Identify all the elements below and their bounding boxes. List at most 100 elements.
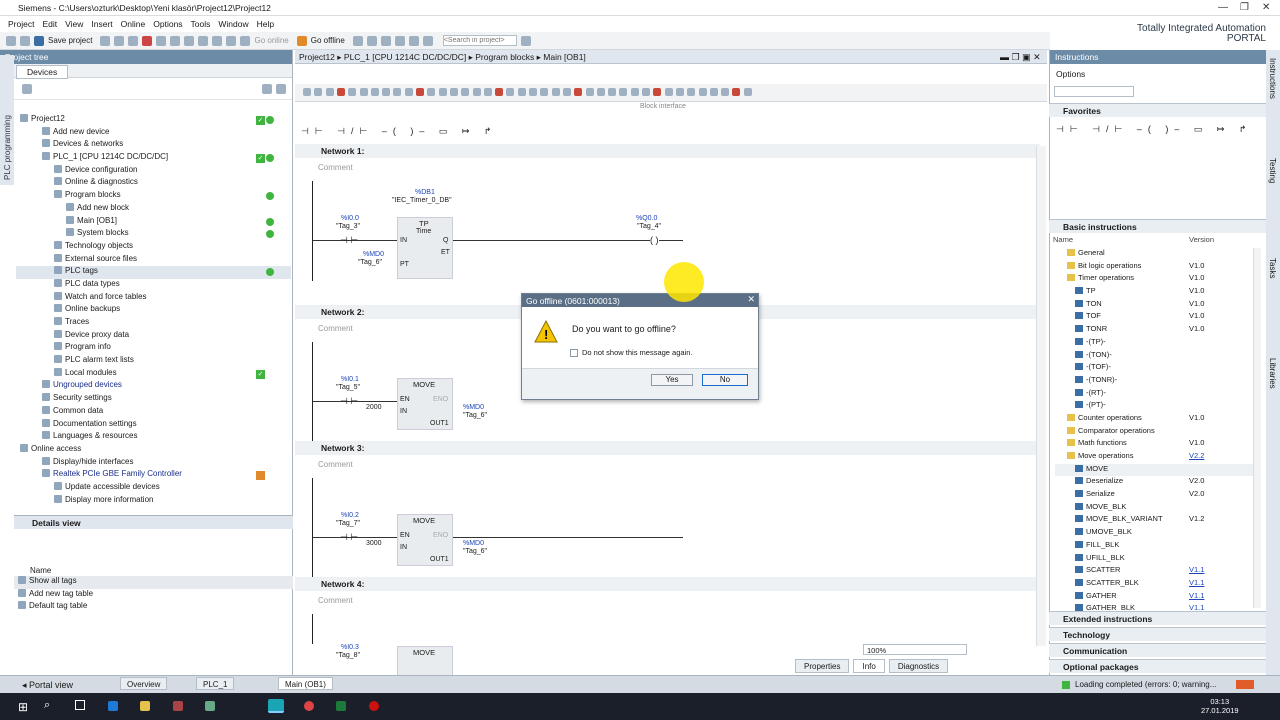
section-technology[interactable]: Technology — [1049, 627, 1266, 641]
instruction-item[interactable]: -(TOF)- — [1055, 362, 1260, 375]
editor-tool-icon[interactable] — [359, 88, 368, 96]
instruction-item[interactable]: -(TONR)- — [1055, 375, 1260, 388]
explorer-icon[interactable] — [140, 701, 150, 711]
search-go-icon[interactable] — [520, 35, 531, 46]
open-project-icon[interactable] — [20, 35, 30, 46]
section-extended-instructions[interactable]: Extended instructions — [1049, 611, 1266, 625]
inspector-tab-properties[interactable]: Properties — [795, 659, 850, 673]
ladder-out-tag[interactable]: "Tag_6" — [463, 412, 487, 419]
contact-symbol[interactable]: ⊣ ⊢ — [340, 235, 358, 246]
editor-tool-icon[interactable] — [427, 88, 436, 96]
ladder-pin-et[interactable]: ET — [441, 249, 450, 256]
app-icon[interactable] — [173, 701, 183, 711]
split-vertical-icon[interactable] — [422, 35, 433, 46]
view-overview-icon[interactable] — [262, 84, 272, 94]
tree-item[interactable]: Device proxy data — [16, 329, 291, 343]
editor-tool-icon[interactable] — [619, 88, 628, 96]
menu-online[interactable]: Online — [113, 16, 146, 29]
close-window-button[interactable]: ✕ — [1262, 2, 1270, 13]
tab-devices[interactable]: Devices — [16, 65, 69, 79]
contact-tag[interactable]: "Tag_7" — [336, 520, 360, 527]
instruction-item[interactable]: TP V1.0 — [1055, 286, 1260, 299]
instruction-item[interactable]: -(TP)- — [1055, 337, 1260, 350]
tree-item[interactable]: Realtek PCIe GBE Family Controller — [16, 469, 291, 482]
editor-tool-icon[interactable] — [585, 88, 594, 96]
instruction-item[interactable]: MOVE_BLK_VARIANT V1.2 — [1055, 514, 1260, 527]
dont-show-checkbox[interactable] — [570, 349, 578, 357]
network-header[interactable]: Network 1: — [295, 144, 1040, 158]
instruction-item[interactable]: Timer operations V1.0 — [1055, 273, 1260, 286]
editor-tool-icon[interactable] — [438, 88, 447, 96]
tree-item[interactable]: Common data — [16, 405, 291, 419]
block-interface-label[interactable]: Block interface — [640, 103, 686, 110]
zoom-select[interactable]: 100% — [863, 644, 967, 655]
editor-tool-icon[interactable] — [404, 88, 413, 96]
editor-tool-icon[interactable] — [495, 88, 504, 96]
inspector-tab-diagnostics[interactable]: Diagnostics — [888, 659, 949, 673]
editor-tool-icon[interactable] — [540, 88, 549, 96]
instruction-item[interactable]: Move operations V2.2 — [1055, 451, 1260, 464]
editor-tool-icon[interactable] — [596, 88, 605, 96]
instruction-item[interactable]: Deserialize V2.0 — [1055, 476, 1260, 489]
ladder-in-val[interactable]: 2000 — [366, 404, 382, 411]
instruction-item[interactable]: Math functions V1.0 — [1055, 438, 1260, 451]
new-project-icon[interactable] — [6, 35, 16, 46]
menu-tools[interactable]: Tools — [183, 16, 211, 29]
contact-address[interactable]: %I0.1 — [341, 376, 359, 383]
redo-icon[interactable] — [170, 35, 181, 46]
tree-item[interactable]: Online access — [16, 443, 291, 457]
instruction-item[interactable]: Bit logic operations V1.0 — [1055, 261, 1260, 274]
vertical-tab-tasks[interactable]: Tasks — [1268, 258, 1277, 278]
editor-tool-icon[interactable] — [336, 88, 345, 96]
instruction-item[interactable]: -(TON)- — [1055, 350, 1260, 363]
ladder-coil-addr[interactable]: %Q0.0 — [636, 215, 657, 222]
tree-item[interactable]: Program info — [16, 342, 291, 355]
ladder-in-val[interactable]: 3000 — [366, 540, 382, 547]
editor-tab[interactable]: Main (OB1) — [278, 677, 333, 690]
edge-icon[interactable] — [108, 701, 118, 711]
download-icon[interactable] — [198, 35, 209, 46]
instruction-item[interactable]: MOVE_BLK — [1055, 502, 1260, 515]
editor-window-controls[interactable]: ▬ ❐ ▣ ✕ — [1000, 52, 1041, 63]
no-button[interactable]: No — [702, 374, 748, 386]
save-icon[interactable] — [34, 35, 44, 46]
instruction-item[interactable]: -(PT)- — [1055, 400, 1260, 413]
tree-item[interactable]: Devices & networks — [16, 139, 291, 152]
editor-tool-icon[interactable] — [416, 88, 424, 96]
upload-icon[interactable] — [212, 35, 223, 46]
editor-tool-icon[interactable] — [303, 88, 311, 96]
menu-help[interactable]: Help — [249, 16, 274, 29]
tree-item[interactable]: Online & diagnostics — [16, 177, 291, 190]
ladder-pin-in[interactable]: IN — [400, 237, 407, 244]
contact-symbol[interactable]: ⊣ ⊢ — [340, 532, 358, 543]
editor-tool-icon[interactable] — [517, 88, 526, 96]
editor-tool-icon[interactable] — [325, 88, 334, 96]
ladder-en[interactable]: EN — [400, 396, 410, 403]
tree-item[interactable]: External source files — [16, 253, 291, 267]
vertical-tab-libraries[interactable]: Libraries — [1268, 358, 1277, 389]
tree-item[interactable]: PLC alarm text lists — [16, 355, 291, 368]
menu-options[interactable]: Options — [145, 16, 182, 29]
excel-icon[interactable] — [336, 701, 346, 711]
tree-item[interactable]: Online backups — [16, 304, 291, 317]
editor-tab[interactable]: PLC_1 — [196, 677, 235, 690]
instruction-item[interactable]: General — [1055, 248, 1260, 261]
ladder-pin-pt[interactable]: PT — [400, 261, 409, 268]
editor-tool-icon[interactable] — [472, 88, 481, 96]
ladder-db-name[interactable]: "IEC_Timer_0_DB" — [392, 197, 452, 204]
contact-tag[interactable]: "Tag_5" — [336, 384, 360, 391]
split-horizontal-icon[interactable] — [408, 35, 419, 46]
editor-tool-icon[interactable] — [698, 88, 707, 96]
tree-item[interactable]: Local modules ✓ — [16, 367, 291, 381]
editor-tool-icon[interactable] — [709, 88, 718, 96]
network-comment[interactable]: Comment — [318, 596, 353, 605]
menu-view[interactable]: View — [57, 16, 83, 29]
instruction-item[interactable]: UFILL_BLK — [1055, 553, 1260, 566]
undo-icon[interactable] — [156, 35, 167, 46]
editor-tool-icon[interactable] — [642, 88, 650, 96]
minimize-button[interactable]: — — [1218, 2, 1228, 13]
instruction-item[interactable]: Counter operations V1.0 — [1055, 413, 1260, 426]
editor-tool-icon[interactable] — [314, 88, 323, 96]
instruction-search-input[interactable] — [1054, 86, 1134, 97]
tree-item[interactable]: Update accessible devices — [16, 481, 291, 495]
